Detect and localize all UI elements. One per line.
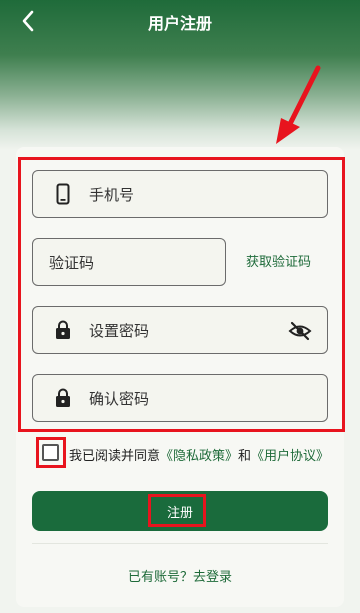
phone-icon (51, 182, 75, 206)
password-field[interactable]: 设置密码 (32, 306, 328, 354)
go-login-link[interactable]: 已有账号？去登录 (0, 566, 360, 585)
phone-field[interactable]: 手机号 (32, 170, 328, 218)
red-arrow-annotation (276, 65, 321, 144)
app-header: 用户注册 (0, 0, 360, 44)
register-button-label: 注册 (166, 506, 193, 521)
confirm-placeholder: 确认密码 (89, 389, 150, 408)
verification-code-field[interactable]: 验证码 (32, 238, 226, 286)
confirm-password-field[interactable]: 确认密码 (32, 374, 328, 422)
lock-icon (51, 318, 75, 342)
lock-icon (51, 386, 75, 410)
password-placeholder: 设置密码 (89, 321, 150, 340)
agreement-conjunction: 和 (238, 449, 252, 464)
code-placeholder: 验证码 (49, 253, 95, 272)
user-agreement-link[interactable]: 《用户协议》 (251, 449, 329, 464)
eye-off-icon[interactable] (287, 319, 313, 343)
privacy-policy-link[interactable]: 《隐私政策》 (160, 449, 238, 464)
get-code-button[interactable]: 获取验证码 (246, 251, 311, 270)
agreement-text: 我已阅读并同意《隐私政策》和《用户协议》 (69, 445, 329, 464)
page-title: 用户注册 (147, 14, 212, 33)
divider (32, 543, 328, 544)
register-button[interactable]: 注册 (32, 491, 328, 531)
phone-placeholder: 手机号 (89, 185, 135, 204)
agreement-checkbox[interactable] (42, 444, 59, 461)
agreement-prefix: 我已阅读并同意 (69, 449, 161, 464)
